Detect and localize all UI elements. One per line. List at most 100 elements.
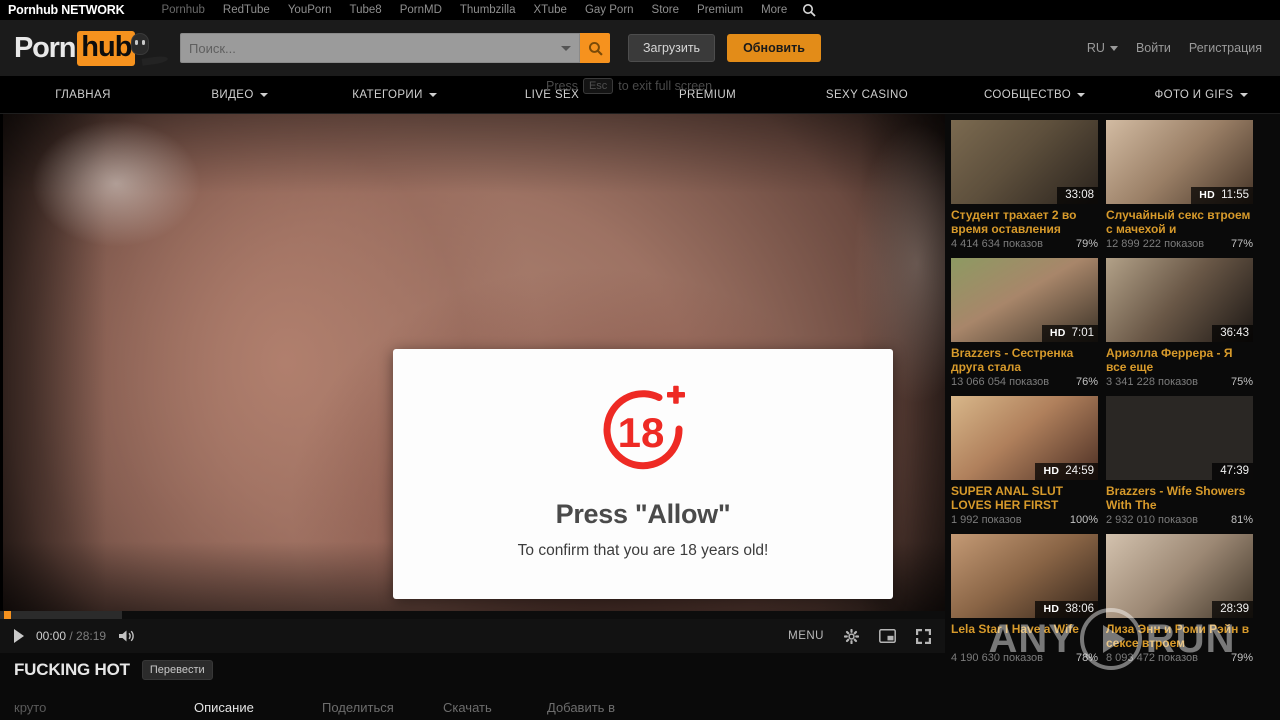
video-duration: 36:43 [1220,327,1249,339]
player-menu-button[interactable]: MENU [788,630,824,642]
search-box[interactable] [180,33,580,63]
related-videos-sidebar: 33:08 Студент трахает 2 во время оставле… [945,114,1280,719]
nav-item-categories[interactable]: КАТЕГОРИИ [313,76,476,113]
nav-item-sexy-casino[interactable]: SEXY CASINO [787,76,947,113]
video-thumbnail[interactable]: 47:39 [1106,396,1253,480]
progress-scrubber-handle[interactable] [4,611,11,619]
video-duration: 11:55 [1221,189,1249,201]
login-link[interactable]: Войти [1136,41,1171,55]
related-video-card[interactable]: HD 11:55 Случайный секс втроем с мачехой… [1106,120,1253,250]
nav-label: ГЛАВНАЯ [55,88,111,101]
tab-description[interactable]: Описание [194,700,322,715]
translate-button[interactable]: Перевести [141,660,213,680]
video-rating: 77% [1230,238,1253,250]
video-card-title[interactable]: SUPER ANAL SLUT LOVES HER FIRST [951,484,1098,512]
nav-label: КАТЕГОРИИ [352,88,423,101]
rating-cool-label[interactable]: круто [14,700,194,715]
network-bar: Pornhub NETWORK Pornhub RedTube YouPorn … [0,0,1280,20]
main-navigation: ГЛАВНАЯ ВИДЕО КАТЕГОРИИ LIVE SEX PREMIUM… [0,76,1280,114]
tab-add-to[interactable]: Добавить в [547,700,615,715]
video-card-title[interactable]: Brazzers - Wife Showers With The [1106,484,1253,512]
video-card-stats: 8 093 472 показов 79% [1106,652,1253,664]
pornhub-logo[interactable]: Porn hub [14,30,174,66]
network-link-store[interactable]: Store [643,4,689,16]
video-thumbnail[interactable]: HD 7:01 [951,258,1098,342]
volume-icon[interactable] [118,629,135,643]
network-link-pornmd[interactable]: PornMD [391,4,451,16]
related-video-card[interactable]: 33:08 Студент трахает 2 во время оставле… [951,120,1098,250]
video-thumbnail[interactable]: HD 24:59 [951,396,1098,480]
play-icon[interactable] [14,629,24,643]
age-18-plus-icon: 18 [597,385,689,477]
thumbnail-badges: 36:43 [1212,325,1253,342]
network-link-thumbzilla[interactable]: Thumbzilla [451,4,525,16]
related-video-card[interactable]: 28:39 Лиза Энн и Роми Рэйн в сексе втрое… [1106,534,1253,664]
search-area [180,33,610,63]
video-card-title[interactable]: Студент трахает 2 во время оставления [951,208,1098,236]
language-label: RU [1086,41,1105,55]
nav-item-premium[interactable]: PREMIUM [628,76,787,113]
video-duration: 24:59 [1065,465,1094,477]
video-views: 4 190 630 показов [951,652,1043,664]
video-views: 13 066 054 показов [951,376,1050,388]
progress-buffered [0,611,122,619]
picture-in-picture-icon[interactable] [879,629,896,643]
related-video-card[interactable]: HD 24:59 SUPER ANAL SLUT LOVES HER FIRST… [951,396,1098,526]
chevron-down-icon [1109,45,1118,51]
video-duration: 7:01 [1071,327,1094,339]
network-link-redtube[interactable]: RedTube [214,4,279,16]
mask-icon [132,34,149,54]
video-card-title[interactable]: Лиза Энн и Роми Рэйн в сексе втроем [1106,622,1253,650]
video-thumbnail[interactable]: HD 11:55 [1106,120,1253,204]
video-views: 2 932 010 показов [1106,514,1198,526]
gear-icon[interactable] [844,628,859,644]
search-submit-button[interactable] [580,33,610,63]
thumbnail-badges: HD 38:06 [1035,601,1098,618]
video-thumbnail[interactable]: HD 38:06 [951,534,1098,618]
tab-download[interactable]: Скачать [443,700,547,715]
video-rating: 75% [1230,376,1253,388]
search-input[interactable] [189,40,555,56]
search-filter-chevron-down-icon[interactable] [561,45,571,51]
network-search-icon[interactable] [802,3,816,17]
network-link-xtube[interactable]: XTube [525,4,576,16]
related-video-card[interactable]: HD 7:01 Brazzers - Сестренка друга стала… [951,258,1098,388]
upload-button[interactable]: Загрузить [628,34,716,62]
time-separator: / [66,629,77,643]
network-link-youporn[interactable]: YouPorn [279,4,341,16]
nav-item-video[interactable]: ВИДЕО [166,76,313,113]
nav-item-community[interactable]: СООБЩЕСТВО [947,76,1122,113]
video-card-title[interactable]: Brazzers - Сестренка друга стала [951,346,1098,374]
nav-item-home[interactable]: ГЛАВНАЯ [0,76,166,113]
current-time: 00:00 [36,629,67,643]
network-link-tube8[interactable]: Tube8 [341,4,391,16]
thumbnail-badges: HD 7:01 [1041,325,1098,342]
video-progress-bar[interactable] [0,611,945,619]
video-thumbnail[interactable]: 33:08 [951,120,1098,204]
nav-item-live-sex[interactable]: LIVE SEX [476,76,628,113]
video-rating: 79% [1075,238,1098,250]
tab-share[interactable]: Поделиться [322,700,443,715]
related-video-card[interactable]: HD 38:06 Lela Star I Have a Wife 4 190 6… [951,534,1098,664]
nav-item-photos-gifs[interactable]: ФОТО И GIFS [1122,76,1280,113]
language-selector[interactable]: RU [1087,41,1118,55]
related-video-card[interactable]: 36:43 Ариэлла Феррера - Я все еще 3 341 … [1106,258,1253,388]
video-thumbnail[interactable]: 28:39 [1106,534,1253,618]
video-card-title[interactable]: Lela Star I Have a Wife [951,622,1098,650]
video-rating: 100% [1069,514,1098,526]
video-card-title[interactable]: Случайный секс втроем с мачехой и [1106,208,1253,236]
chevron-down-icon [1239,92,1248,97]
video-thumbnail[interactable]: 36:43 [1106,258,1253,342]
update-button[interactable]: Обновить [727,34,821,62]
network-link-more[interactable]: More [752,4,796,16]
video-stage[interactable]: 18 Press "Allow" To confirm that you are… [0,114,945,611]
register-link[interactable]: Регистрация [1189,41,1262,55]
network-link-pornhub[interactable]: Pornhub [152,4,213,16]
video-card-title[interactable]: Ариэлла Феррера - Я все еще [1106,346,1253,374]
network-link-premium[interactable]: Premium [688,4,752,16]
nav-label: ВИДЕО [211,88,254,101]
video-tabs-row: круто Описание Поделиться Скачать Добави… [0,687,945,720]
network-link-gayporn[interactable]: Gay Porn [576,4,643,16]
related-video-card[interactable]: 47:39 Brazzers - Wife Showers With The 2… [1106,396,1253,526]
fullscreen-icon[interactable] [916,628,931,644]
